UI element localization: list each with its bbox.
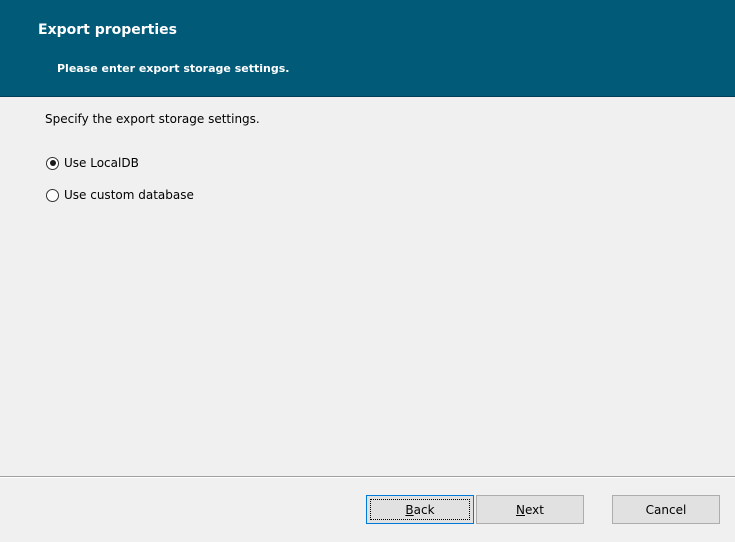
back-button[interactable]: Back [366,495,474,524]
next-button[interactable]: Next [476,495,584,524]
use-custom-database-radio[interactable] [46,188,59,202]
instruction-text: Specify the export storage settings. [45,112,260,126]
page-subtitle: Please enter export storage settings. [57,62,290,75]
use-custom-database-label[interactable]: Use custom database [64,188,194,202]
use-localdb-radio[interactable] [46,156,59,170]
use-localdb-label[interactable]: Use LocalDB [64,156,139,170]
wizard-header: Export properties Please enter export st… [0,0,735,97]
cancel-button[interactable]: Cancel [612,495,720,524]
page-title: Export properties [38,22,177,38]
use-localdb-option[interactable]: Use LocalDB [46,154,139,172]
use-custom-database-option[interactable]: Use custom database [46,186,194,204]
wizard-footer: Back Next Cancel [0,478,735,542]
next-button-label: Next [516,502,544,517]
wizard-content: Specify the export storage settings. Use… [0,97,735,476]
export-wizard-dialog: Export properties Please enter export st… [0,0,735,542]
focus-ring [370,499,470,520]
